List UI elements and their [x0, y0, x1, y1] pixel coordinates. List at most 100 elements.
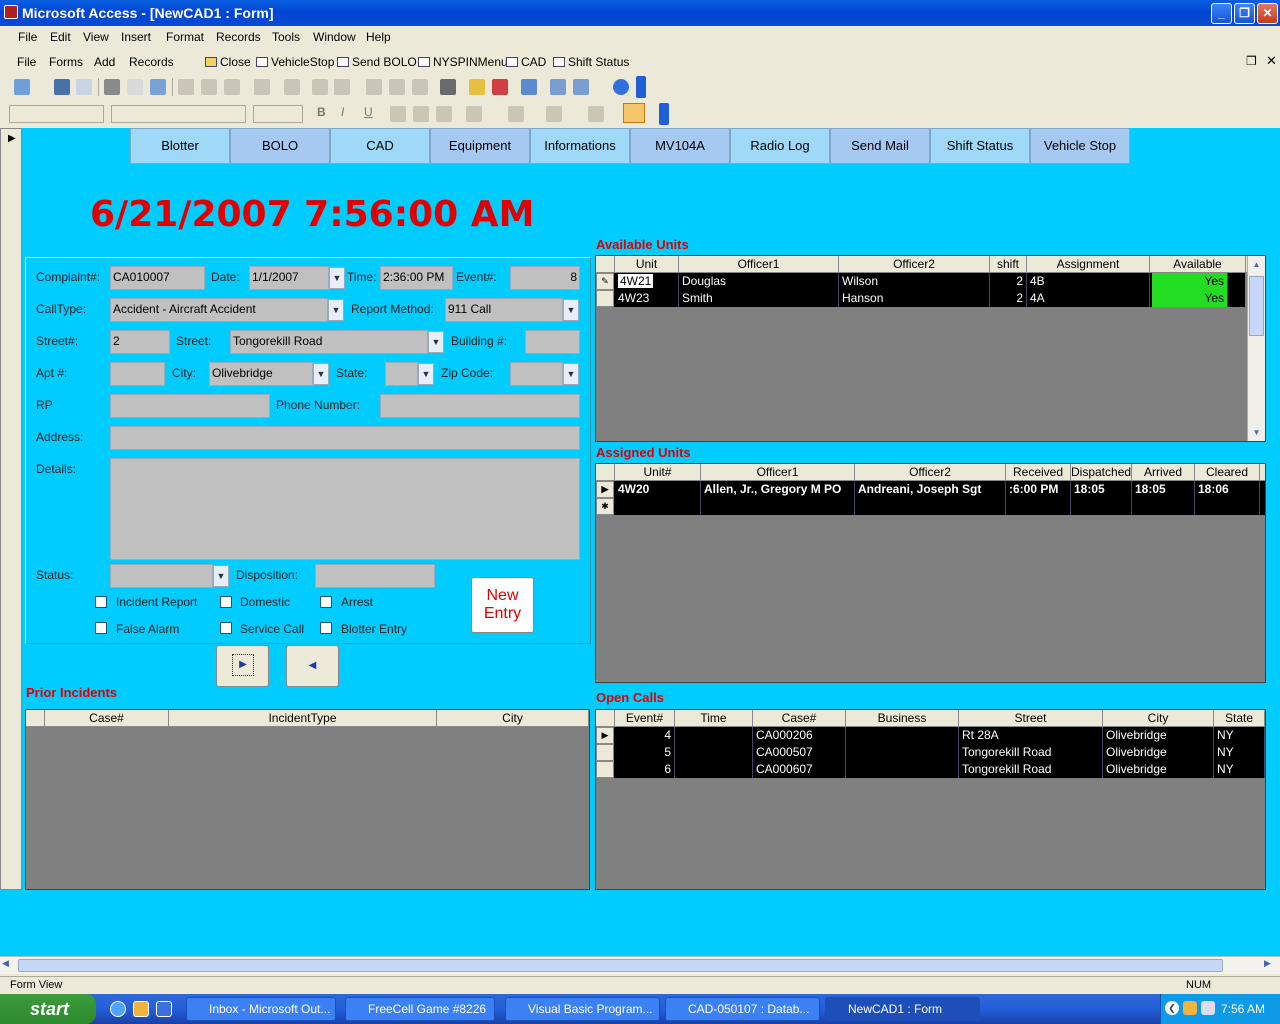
- toolbar-forms[interactable]: Forms: [49, 55, 83, 69]
- cut-icon[interactable]: [178, 79, 194, 95]
- disposition-field[interactable]: [315, 564, 435, 588]
- column-header[interactable]: Case#: [753, 710, 846, 727]
- report-method-select[interactable]: 911 Call: [445, 298, 563, 322]
- state-select[interactable]: [385, 362, 418, 386]
- toolbar-send-bolo[interactable]: Send BOLO: [337, 55, 417, 69]
- find-icon[interactable]: [440, 79, 456, 95]
- toolbar-shift-status[interactable]: Shift Status: [553, 55, 629, 69]
- table-cell[interactable]: Smith: [679, 290, 839, 307]
- calltype-select[interactable]: Accident - Aircraft Accident: [110, 298, 328, 322]
- street-dropdown-icon[interactable]: ▼: [428, 331, 444, 353]
- column-header[interactable]: IncidentType: [169, 710, 437, 727]
- task-freecell[interactable]: FreeCell Game #8226: [345, 997, 495, 1021]
- column-header[interactable]: Event#: [615, 710, 675, 727]
- street-select[interactable]: Tongorekill Road: [230, 330, 428, 354]
- underline-icon[interactable]: U: [364, 105, 373, 119]
- menu-view[interactable]: View: [83, 30, 109, 44]
- menu-insert[interactable]: Insert: [121, 30, 151, 44]
- hyperlink-icon[interactable]: [284, 79, 300, 95]
- scroll-thumb[interactable]: [1249, 276, 1264, 336]
- filter-selection-icon[interactable]: [366, 79, 382, 95]
- time-field[interactable]: 2:36:00 PM: [380, 266, 453, 290]
- available-yes-cell[interactable]: Yes: [1152, 273, 1228, 290]
- scroll-down-icon[interactable]: ▼: [1249, 425, 1264, 440]
- menu-help[interactable]: Help: [366, 30, 391, 44]
- prior-incidents-grid[interactable]: Case# IncidentType City: [25, 709, 590, 890]
- ie-icon[interactable]: [110, 1001, 126, 1017]
- toolbar-add[interactable]: Add: [94, 55, 115, 69]
- table-cell[interactable]: 6: [615, 761, 675, 778]
- new-object-icon[interactable]: [573, 79, 589, 95]
- event-field[interactable]: 8: [510, 266, 580, 290]
- nav-radio-log-button[interactable]: Radio Log: [730, 128, 830, 164]
- new-record-icon[interactable]: [469, 79, 485, 95]
- table-cell[interactable]: CA000607: [753, 761, 846, 778]
- table-cell[interactable]: [846, 761, 959, 778]
- table-cell[interactable]: 2: [990, 290, 1027, 307]
- menu-format[interactable]: Format: [166, 30, 204, 44]
- task-visual-basic[interactable]: Visual Basic Program...: [505, 997, 660, 1021]
- column-header[interactable]: City: [1103, 710, 1214, 727]
- nav-mv104a-button[interactable]: MV104A: [630, 128, 730, 164]
- column-header[interactable]: Assignment: [1027, 256, 1150, 273]
- menu-file[interactable]: File: [18, 30, 37, 44]
- restore-icon[interactable]: ❐: [1234, 3, 1255, 24]
- table-cell[interactable]: Olivebridge: [1103, 761, 1214, 778]
- zip-select[interactable]: [510, 362, 563, 386]
- current-row-arrow-icon[interactable]: ▶: [596, 727, 614, 744]
- status-select[interactable]: [110, 564, 213, 588]
- assigned-units-grid[interactable]: Unit# Officer1 Officer2 Received Dispatc…: [595, 463, 1266, 683]
- font-color-icon[interactable]: [508, 106, 524, 122]
- streetno-field[interactable]: 2: [110, 330, 170, 354]
- column-header[interactable]: Time: [675, 710, 753, 727]
- outlook-icon[interactable]: [133, 1001, 149, 1017]
- nav-shift-status-button[interactable]: Shift Status: [930, 128, 1030, 164]
- zip-dropdown-icon[interactable]: ▼: [563, 363, 579, 385]
- save-icon[interactable]: [54, 79, 70, 95]
- table-row[interactable]: ▶ 4W20 Allen, Jr., Gregory M PO Andreani…: [596, 481, 1265, 498]
- column-header[interactable]: shift: [990, 256, 1027, 273]
- table-cell[interactable]: Olivebridge: [1103, 727, 1214, 744]
- table-cell[interactable]: Wilson: [839, 273, 990, 290]
- task-cad-database[interactable]: CAD-050107 : Datab...: [665, 997, 820, 1021]
- false-alarm-checkbox[interactable]: [95, 622, 107, 634]
- table-cell[interactable]: Olivebridge: [1103, 744, 1214, 761]
- delete-record-icon[interactable]: [492, 79, 508, 95]
- available-yes-cell[interactable]: Yes: [1152, 290, 1228, 307]
- row-selector[interactable]: [596, 761, 614, 778]
- desktop-icon[interactable]: [156, 1001, 172, 1017]
- table-row[interactable]: ▶ 4 CA000206 Rt 28A Olivebridge NY: [596, 727, 1265, 744]
- column-header[interactable]: State: [1214, 710, 1265, 727]
- tray-app-icon[interactable]: [1183, 1001, 1197, 1015]
- toolbar-close[interactable]: Close: [205, 55, 251, 69]
- table-cell[interactable]: CA000507: [753, 744, 846, 761]
- nav-equipment-button[interactable]: Equipment: [430, 128, 530, 164]
- search-files-icon[interactable]: [76, 79, 92, 95]
- help-icon[interactable]: [613, 79, 629, 95]
- italic-icon[interactable]: I: [341, 105, 344, 119]
- align-left-icon[interactable]: [390, 106, 406, 122]
- column-header[interactable]: Dispatched: [1071, 464, 1132, 481]
- table-cell[interactable]: 18:05: [1132, 481, 1195, 498]
- menu-records[interactable]: Records: [216, 30, 261, 44]
- table-cell[interactable]: 4: [615, 727, 675, 744]
- domestic-checkbox[interactable]: [220, 596, 232, 608]
- details-textarea[interactable]: [110, 458, 580, 560]
- nav-send-mail-button[interactable]: Send Mail: [830, 128, 930, 164]
- menu-window[interactable]: Window: [313, 30, 356, 44]
- column-header[interactable]: Street: [959, 710, 1103, 727]
- table-row[interactable]: 5 CA000507 Tongorekill Road Olivebridge …: [596, 744, 1265, 761]
- tray-expand-icon[interactable]: ❮: [1165, 1001, 1179, 1015]
- column-header[interactable]: City: [437, 710, 589, 727]
- vertical-scrollbar[interactable]: ▲ ▼: [1247, 256, 1265, 441]
- date-field[interactable]: 1/1/2007: [249, 266, 329, 290]
- table-cell[interactable]: Allen, Jr., Gregory M PO: [701, 481, 855, 498]
- print-preview-icon[interactable]: [127, 79, 143, 95]
- minimize-icon[interactable]: _: [1211, 3, 1232, 24]
- table-cell[interactable]: NY: [1214, 744, 1265, 761]
- table-cell[interactable]: Hanson: [839, 290, 990, 307]
- apply-filter-icon[interactable]: [412, 79, 428, 95]
- title-bar[interactable]: Microsoft Access - [NewCAD1 : Form] _ ❐ …: [0, 0, 1280, 26]
- start-button[interactable]: start: [0, 994, 96, 1024]
- new-record-row[interactable]: ✱: [596, 498, 1265, 515]
